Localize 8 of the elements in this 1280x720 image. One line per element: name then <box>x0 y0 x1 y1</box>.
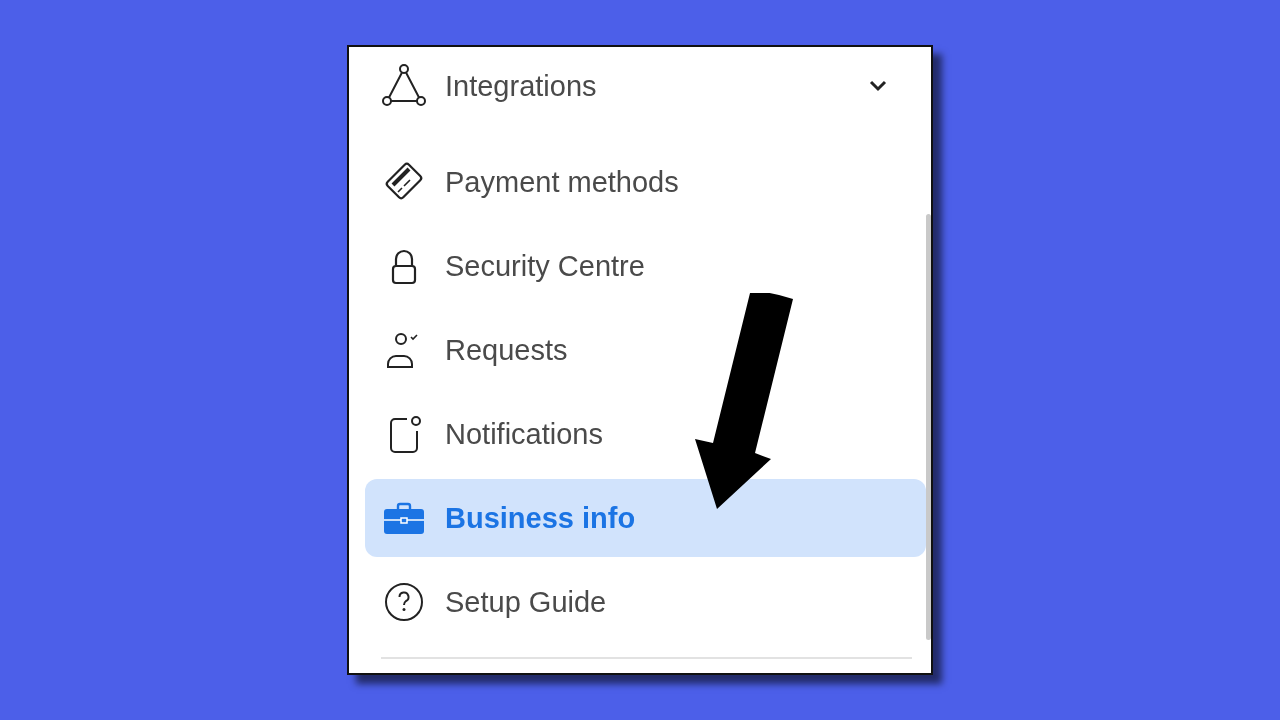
menu-item[interactable]: Setup Guide <box>365 563 926 641</box>
menu-item[interactable]: Notifications <box>365 395 926 473</box>
scrollbar[interactable] <box>926 214 931 640</box>
chevron-down-icon <box>868 79 888 93</box>
menu-item[interactable]: Security Centre <box>365 227 926 305</box>
menu-section-header[interactable]: Integrations <box>349 47 926 125</box>
menu-item[interactable]: Payment methods <box>365 143 926 221</box>
menu-item[interactable]: Requests <box>365 311 926 389</box>
